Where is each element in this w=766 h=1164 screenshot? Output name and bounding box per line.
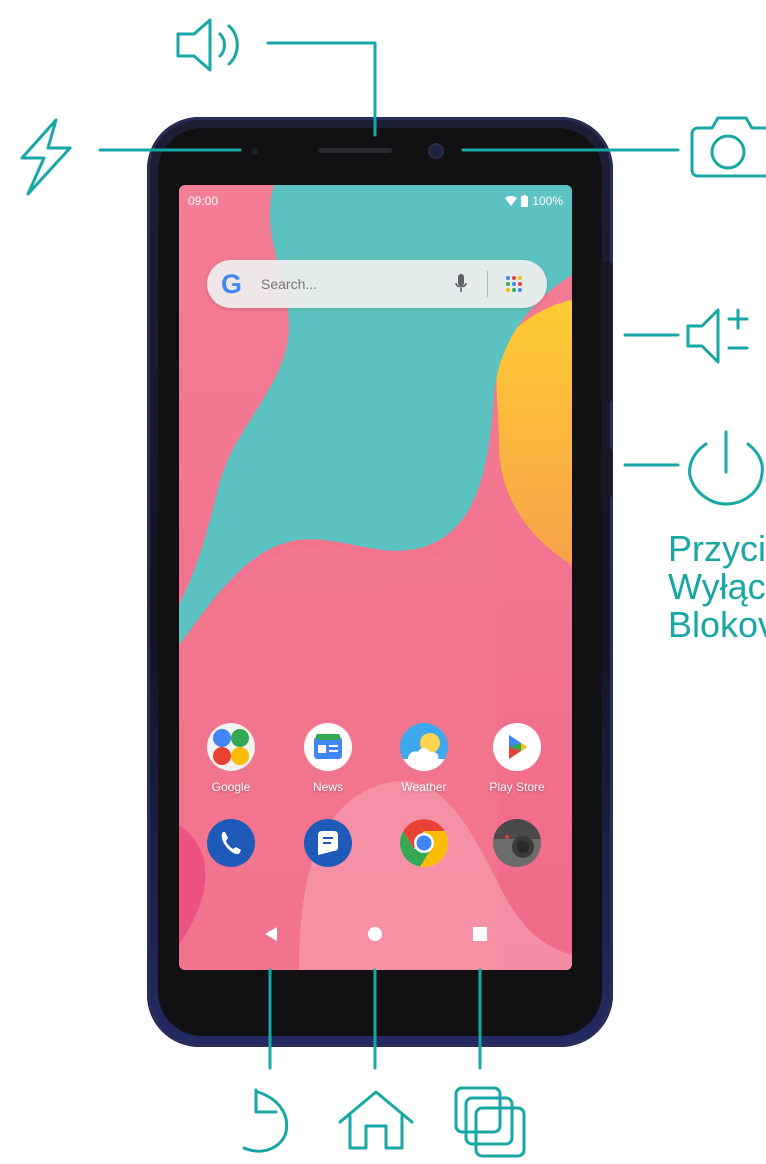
flash-icon bbox=[20, 118, 72, 196]
power-callout-line-1: Przyci bbox=[668, 528, 766, 569]
power-callout-line-3: Blokov bbox=[668, 604, 766, 645]
camera-outline-icon bbox=[690, 116, 766, 178]
speaker-icon bbox=[176, 18, 239, 72]
volume-icon bbox=[686, 308, 749, 364]
back-callout-icon bbox=[242, 1088, 289, 1153]
power-callout-line-2: Wyłąc bbox=[668, 566, 766, 607]
recents-callout-icon bbox=[454, 1086, 526, 1158]
power-icon bbox=[688, 430, 764, 506]
callout-lines bbox=[98, 41, 680, 1070]
home-callout-icon bbox=[338, 1090, 414, 1150]
